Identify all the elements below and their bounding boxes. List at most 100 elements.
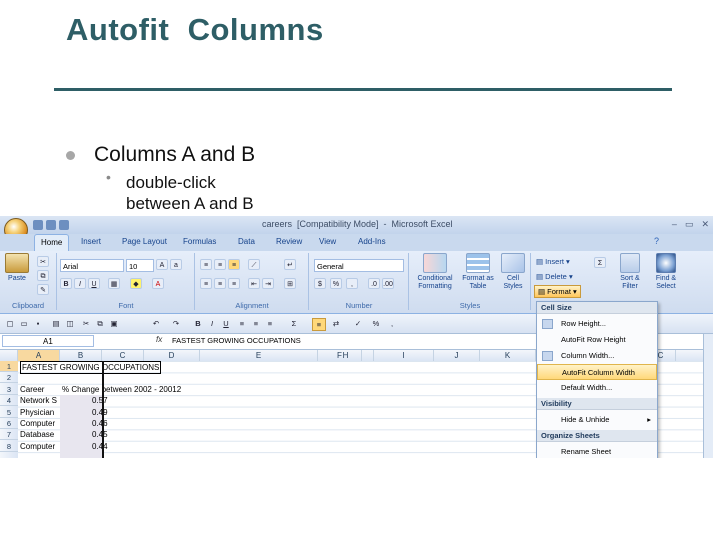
copy-icon[interactable]: ⧉ (37, 270, 49, 281)
cell-a7[interactable]: Database (20, 429, 54, 440)
column-header-b[interactable]: B (60, 350, 102, 361)
preview-icon[interactable]: ◫ (64, 318, 76, 329)
column-header-c[interactable]: C (102, 350, 144, 361)
fx-icon[interactable]: fx (156, 335, 162, 344)
align-middle-icon[interactable]: ≡ (214, 259, 226, 270)
autosum-icon[interactable]: Σ (288, 318, 300, 329)
merge-icon[interactable]: ≡ (312, 318, 326, 331)
undo-icon[interactable] (46, 220, 56, 230)
format-as-table-button[interactable]: Format as Table (460, 253, 496, 291)
cell-b6[interactable]: 0.46 (92, 418, 108, 429)
spell-icon[interactable]: ✓ (352, 318, 364, 329)
cell-a6[interactable]: Computer (20, 418, 55, 429)
undo-icon[interactable]: ↶ (150, 318, 162, 329)
tab-view[interactable]: View (319, 237, 336, 246)
cell-a3[interactable]: Career (20, 384, 44, 395)
vertical-scrollbar[interactable] (703, 334, 713, 458)
align-right-icon[interactable]: ≡ (264, 318, 276, 329)
formula-input[interactable]: FASTEST GROWING OCCUPATIONS (172, 336, 301, 345)
italic-icon[interactable]: I (206, 318, 218, 329)
print-icon[interactable]: ▤ (50, 318, 62, 329)
bold-icon[interactable]: B (60, 278, 72, 289)
align-top-icon[interactable]: ≡ (200, 259, 212, 270)
menu-item-autofit-row-height[interactable]: AutoFit Row Height (537, 332, 657, 348)
cell-b7[interactable]: 0.45 (92, 429, 108, 440)
menu-item-rename-sheet[interactable]: Rename Sheet (537, 444, 657, 458)
close-icon[interactable]: ✕ (701, 219, 709, 230)
save-icon[interactable]: ▪ (32, 318, 44, 329)
grow-font-icon[interactable]: A (156, 259, 168, 270)
save-icon[interactable] (33, 220, 43, 230)
font-size-select[interactable]: 10 (126, 259, 154, 272)
column-header-h[interactable]: H (318, 350, 374, 361)
percent-icon[interactable]: % (330, 278, 342, 289)
menu-item-column-width[interactable]: Column Width... (537, 348, 657, 364)
number-format-select[interactable]: General (314, 259, 404, 272)
font-color-icon[interactable]: A (152, 278, 164, 289)
format-painter-icon[interactable]: ✎ (37, 284, 49, 295)
column-header-d[interactable]: D (144, 350, 200, 361)
minimize-icon[interactable]: – (672, 219, 677, 230)
align-right-icon[interactable]: ≡ (228, 278, 240, 289)
format-cells-button[interactable]: ▤ Format ▾ (534, 285, 581, 298)
name-box[interactable]: A1 (2, 335, 94, 347)
maximize-icon[interactable]: ▭ (685, 219, 694, 230)
wrap-text-icon[interactable]: ↵ (284, 259, 296, 270)
tab-page-layout[interactable]: Page Layout (122, 237, 167, 246)
orientation-icon[interactable]: ⟋ (248, 259, 260, 270)
new-icon[interactable]: ▢ (4, 318, 16, 329)
tab-add-ins[interactable]: Add-Ins (358, 237, 386, 246)
increase-decimal-icon[interactable]: .0 (368, 278, 380, 289)
column-header-i[interactable]: I (374, 350, 434, 361)
shrink-font-icon[interactable]: a (170, 259, 182, 270)
cell-b3[interactable]: % Change between 2002 - 20012 (62, 384, 181, 395)
decrease-indent-icon[interactable]: ⇤ (248, 278, 260, 289)
insert-cells-button[interactable]: ▤ Insert ▾ (536, 257, 570, 266)
fill-color-icon[interactable]: ◆ (130, 278, 142, 289)
comma-icon[interactable]: , (346, 278, 358, 289)
autosum-icon[interactable]: Σ (594, 257, 606, 268)
borders-icon[interactable]: ▦ (108, 278, 120, 289)
cell-a4[interactable]: Network S (20, 395, 57, 406)
redo-icon[interactable] (59, 220, 69, 230)
cell-a8[interactable]: Computer (20, 441, 55, 452)
row-header-1[interactable]: 1 (0, 361, 18, 372)
align-left-icon[interactable]: ≡ (200, 278, 212, 289)
tab-home[interactable]: Home (34, 234, 70, 251)
row-header-5[interactable]: 5 (0, 407, 18, 418)
font-name-select[interactable]: Arial (60, 259, 124, 272)
column-header-a[interactable]: A (18, 350, 60, 361)
cell-b4[interactable]: 0.57 (92, 395, 108, 406)
find-select-button[interactable]: Find & Select (648, 253, 684, 291)
cut-icon[interactable]: ✂ (80, 318, 92, 329)
column-header-k[interactable]: K (480, 350, 536, 361)
tab-formulas[interactable]: Formulas (183, 237, 216, 246)
decrease-decimal-icon[interactable]: .00 (382, 278, 394, 289)
help-icon[interactable]: ? (654, 236, 659, 246)
tab-data[interactable]: Data (238, 237, 255, 246)
comma-icon[interactable]: , (386, 318, 398, 329)
align-center-icon[interactable]: ≡ (214, 278, 226, 289)
row-header-6[interactable]: 6 (0, 418, 18, 429)
select-all-corner[interactable] (0, 350, 18, 361)
wrap-icon[interactable]: ⇄ (330, 318, 342, 329)
row-header-2[interactable]: 2 (0, 372, 18, 384)
redo-icon[interactable]: ↷ (170, 318, 182, 329)
percent-icon[interactable]: % (370, 318, 382, 329)
paste-icon[interactable]: ▣ (108, 318, 120, 329)
delete-cells-button[interactable]: ▤ Delete ▾ (536, 272, 573, 281)
row-header-3[interactable]: 3 (0, 384, 18, 395)
currency-icon[interactable]: $ (314, 278, 326, 289)
menu-item-autofit-column-width[interactable]: AutoFit Column Width (537, 364, 657, 380)
conditional-formatting-button[interactable]: Conditional Formatting (412, 253, 458, 291)
paste-button[interactable]: Paste (4, 253, 30, 283)
tab-insert[interactable]: Insert (81, 237, 101, 246)
cell-b8[interactable]: 0.44 (92, 441, 108, 452)
increase-indent-icon[interactable]: ⇥ (262, 278, 274, 289)
menu-item-default-width[interactable]: Default Width... (537, 380, 657, 396)
cell-b5[interactable]: 0.49 (92, 407, 108, 418)
row-header-7[interactable]: 7 (0, 429, 18, 441)
column-header-j[interactable]: J (434, 350, 480, 361)
italic-icon[interactable]: I (74, 278, 86, 289)
sort-filter-button[interactable]: Sort & Filter (612, 253, 648, 291)
